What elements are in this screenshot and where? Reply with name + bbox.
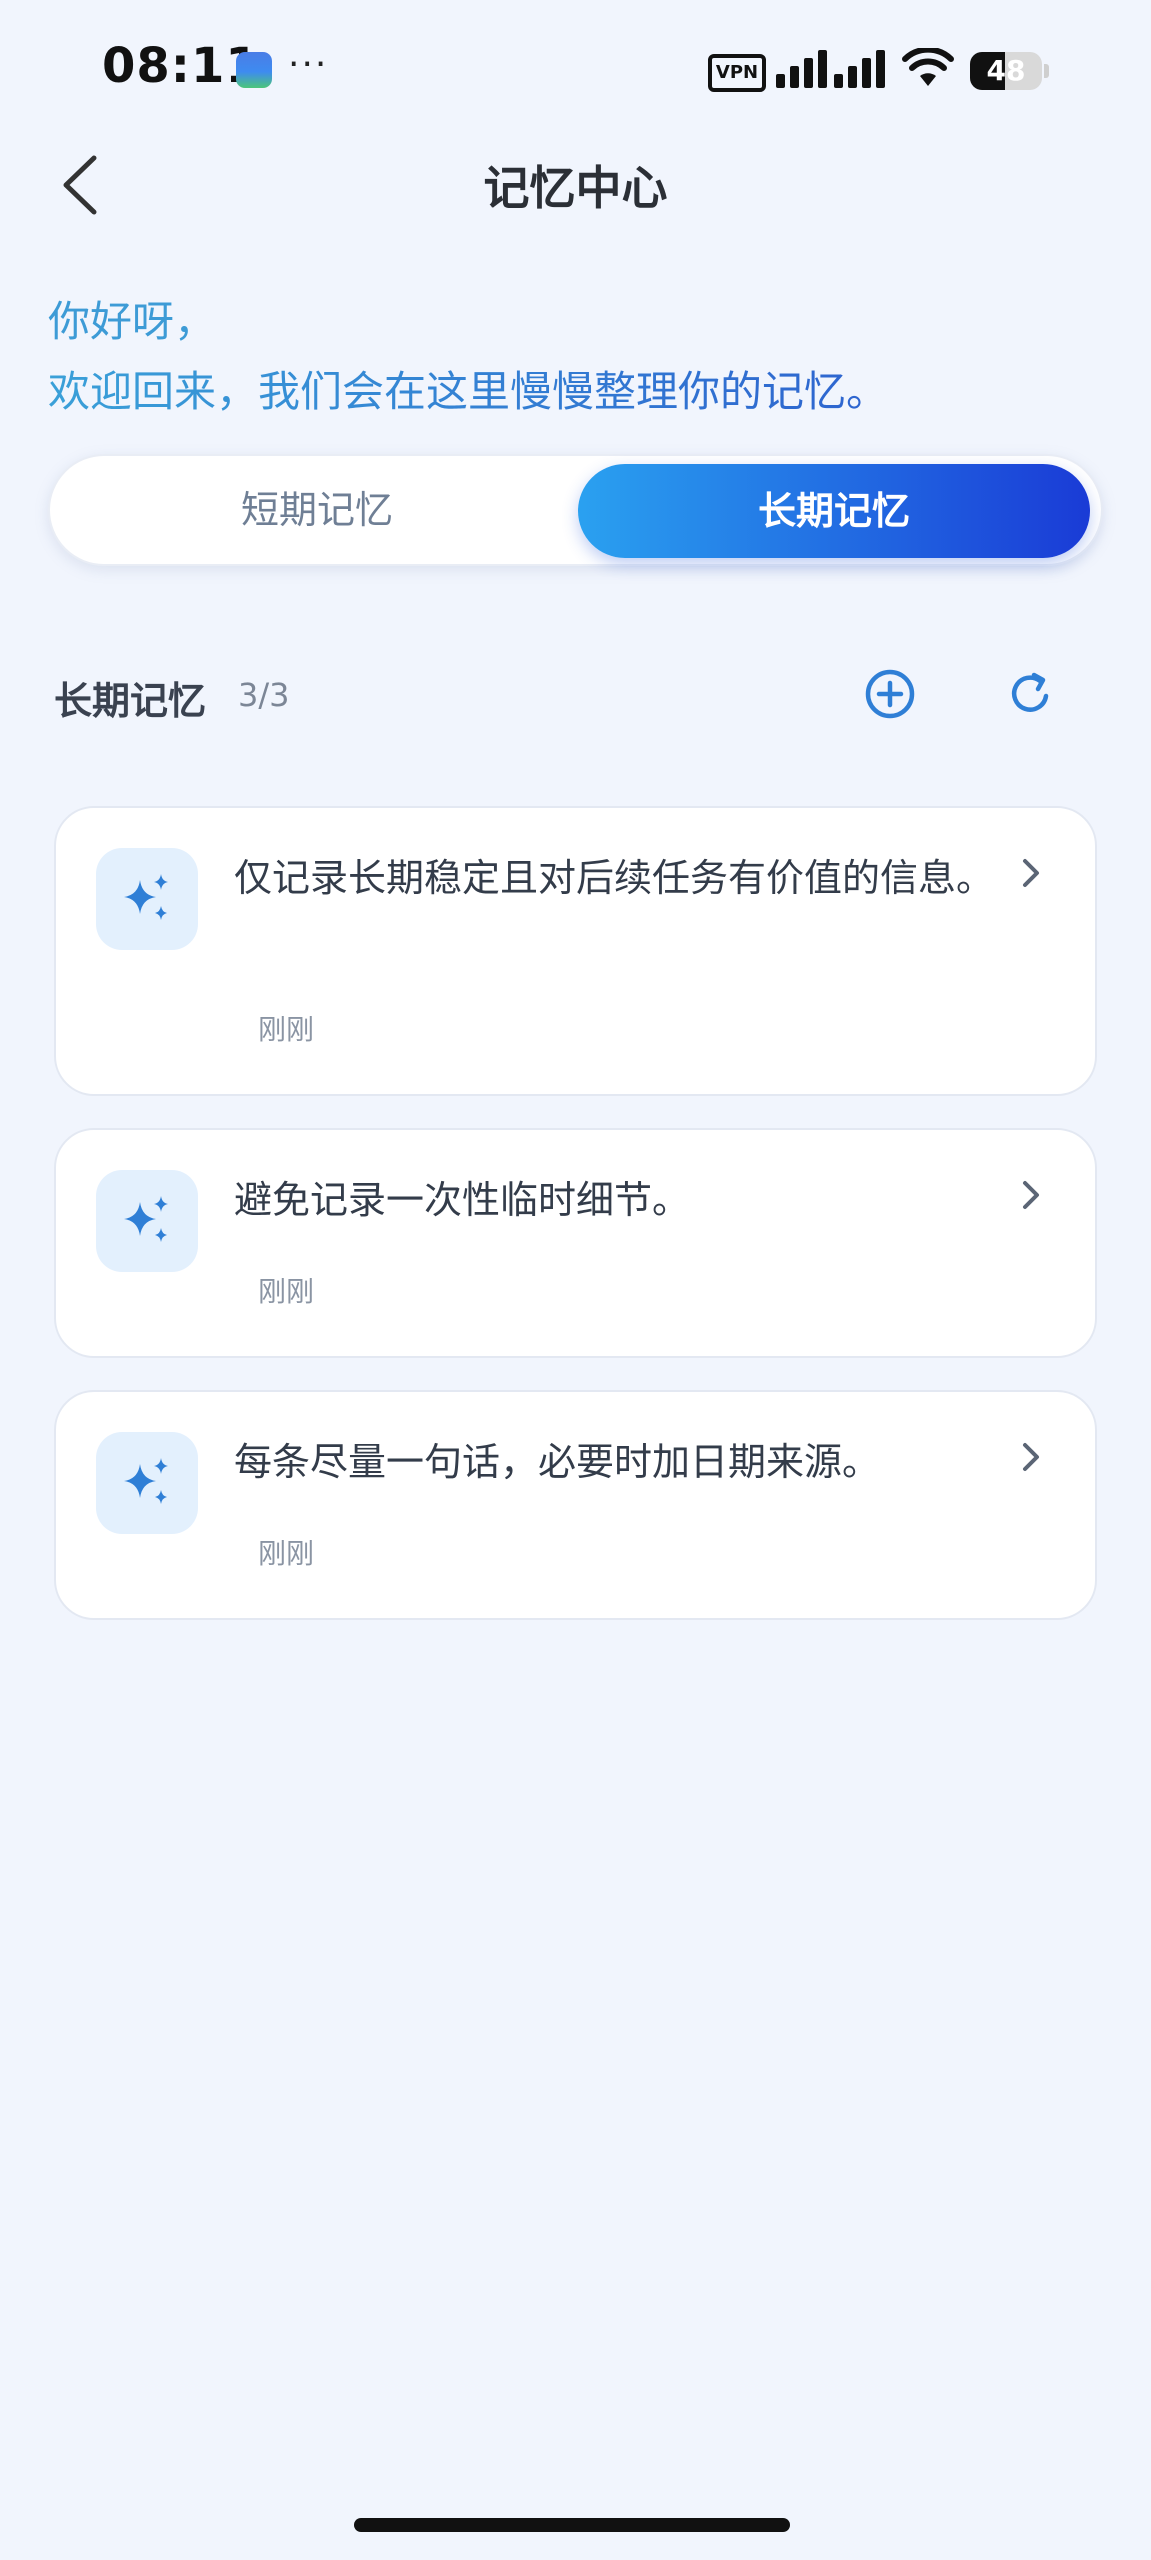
memory-icon xyxy=(96,848,198,950)
memory-icon xyxy=(96,1432,198,1534)
section-title: 长期记忆 xyxy=(54,679,207,723)
memory-text: 避免记录一次性临时细节。 xyxy=(234,1178,691,1222)
battery-level: 48 xyxy=(986,54,1026,87)
tab-short-term-memory[interactable]: 短期记忆 xyxy=(48,454,586,566)
home-indicator[interactable] xyxy=(354,2518,790,2532)
refresh-icon[interactable] xyxy=(1002,666,1058,722)
sparkle-icon xyxy=(124,1458,168,1504)
memory-text: 每条尽量一句话，必要时加日期来源。 xyxy=(234,1440,881,1484)
greeting-line-2: 欢迎回来，我们会在这里慢慢整理你的记忆。 xyxy=(48,358,888,419)
greeting-line-1: 你好呀， xyxy=(48,297,217,346)
page-title: 记忆中心 xyxy=(483,161,668,215)
memory-time: 刚刚 xyxy=(258,1013,315,1046)
cellular-signal-icon xyxy=(776,50,885,88)
memory-icon xyxy=(96,1170,198,1272)
more-notifications-icon: ··· xyxy=(288,44,329,85)
chevron-right-icon xyxy=(1023,859,1039,887)
memory-card[interactable]: 仅记录长期稳定且对后续任务有价值的信息。 刚刚 xyxy=(54,806,1097,1096)
vpn-icon: VPN xyxy=(708,54,766,92)
wifi-icon xyxy=(902,48,954,86)
memory-card[interactable]: 每条尽量一句话，必要时加日期来源。 刚刚 xyxy=(54,1390,1097,1620)
add-circle-icon[interactable] xyxy=(862,666,918,722)
battery-tip xyxy=(1044,64,1049,78)
tab-long-term-memory[interactable]: 长期记忆 xyxy=(578,464,1090,558)
app-notification-icon xyxy=(236,52,272,88)
memory-text: 仅记录长期稳定且对后续任务有价值的信息。 xyxy=(234,856,995,900)
sparkle-icon xyxy=(124,874,168,920)
chevron-right-icon xyxy=(1023,1181,1039,1209)
memory-count: 3/3 xyxy=(238,676,290,714)
battery-icon: 48 xyxy=(970,52,1042,90)
memory-time: 刚刚 xyxy=(258,1537,315,1570)
status-bar: 08:11 ··· VPN 48 xyxy=(0,0,1151,140)
chevron-right-icon xyxy=(1023,1443,1039,1471)
sparkle-icon xyxy=(124,1196,168,1242)
memory-time: 刚刚 xyxy=(258,1275,315,1308)
memory-card[interactable]: 避免记录一次性临时细节。 刚刚 xyxy=(54,1128,1097,1358)
